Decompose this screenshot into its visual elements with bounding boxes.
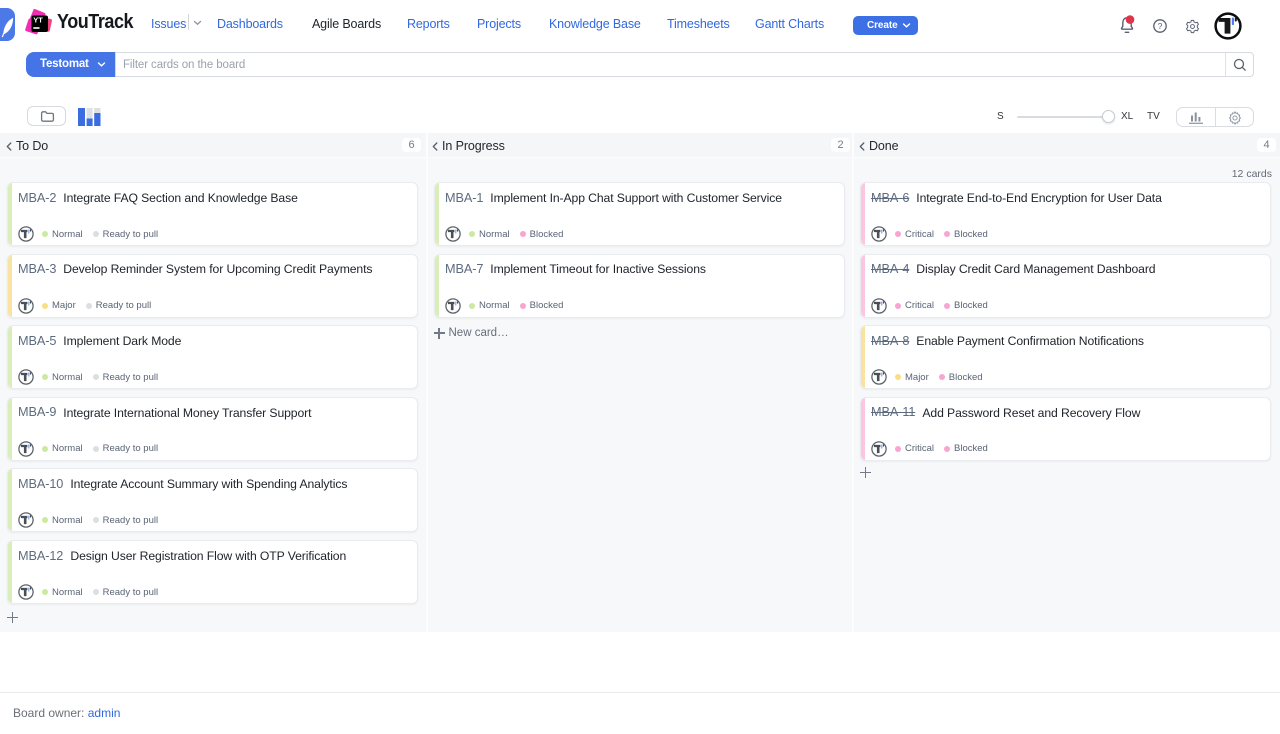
svg-text:YT: YT <box>33 16 43 25</box>
svg-text:?: ? <box>1157 21 1162 31</box>
